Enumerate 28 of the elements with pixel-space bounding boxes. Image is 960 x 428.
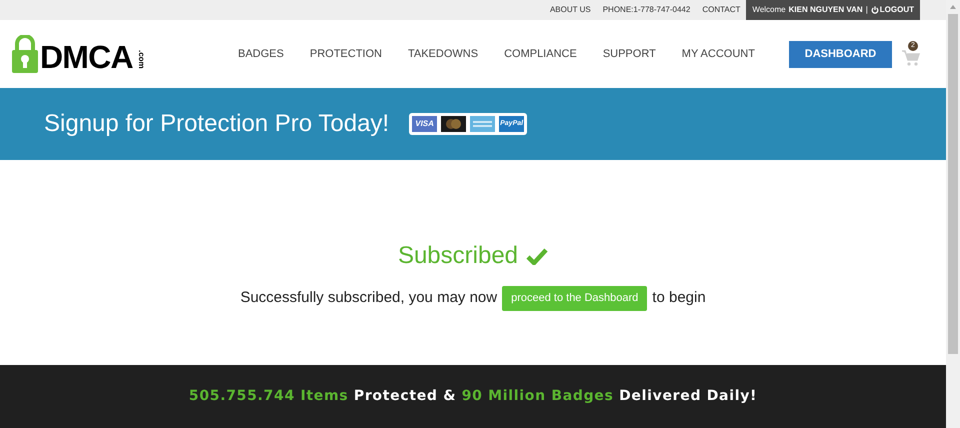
message-text: to begin (652, 288, 706, 308)
footer-stats: 505.755.744 Items Protected & 90 Million Badges Delivered Daily! (188, 387, 758, 406)
logout-link[interactable]: LOGOUT (870, 4, 914, 16)
user-name: KIEN NGUYEN VAN (788, 4, 863, 16)
banner-title: Signup for Protection Pro Today! (44, 109, 390, 139)
top-link[interactable]: PHONE:1-778-747-0442 (602, 4, 690, 16)
nav-link[interactable]: PROTECTION (310, 46, 382, 62)
logo-suffix: .com (136, 50, 147, 69)
checkmark-icon (526, 248, 548, 264)
dashboard-button[interactable]: DASHBOARD (789, 40, 892, 68)
logo-text: DMCA (40, 41, 133, 73)
nav-link[interactable]: MY ACCOUNT (682, 46, 755, 62)
nav-link[interactable]: SUPPORT (602, 46, 656, 62)
top-link[interactable]: CONTACT (702, 4, 740, 16)
separator: | (866, 4, 868, 16)
subscribed-title: Subscribed (398, 241, 518, 271)
nav-link[interactable]: TAKEDOWNS (408, 46, 478, 62)
power-icon (870, 6, 879, 14)
amex-card-icon (470, 116, 496, 132)
nav-link[interactable]: COMPLIANCE (504, 46, 577, 62)
cart-icon[interactable] (902, 50, 920, 66)
nav-link[interactable]: BADGES (238, 46, 284, 62)
visa-card: VISA (412, 116, 438, 132)
mastercard-card-icon (441, 116, 466, 132)
top-link[interactable]: ABOUT US (550, 4, 591, 16)
message-text: Successfully subscribed, you may now (240, 288, 498, 308)
welcome-text: Welcome (752, 4, 786, 16)
padlock-icon (12, 35, 38, 73)
